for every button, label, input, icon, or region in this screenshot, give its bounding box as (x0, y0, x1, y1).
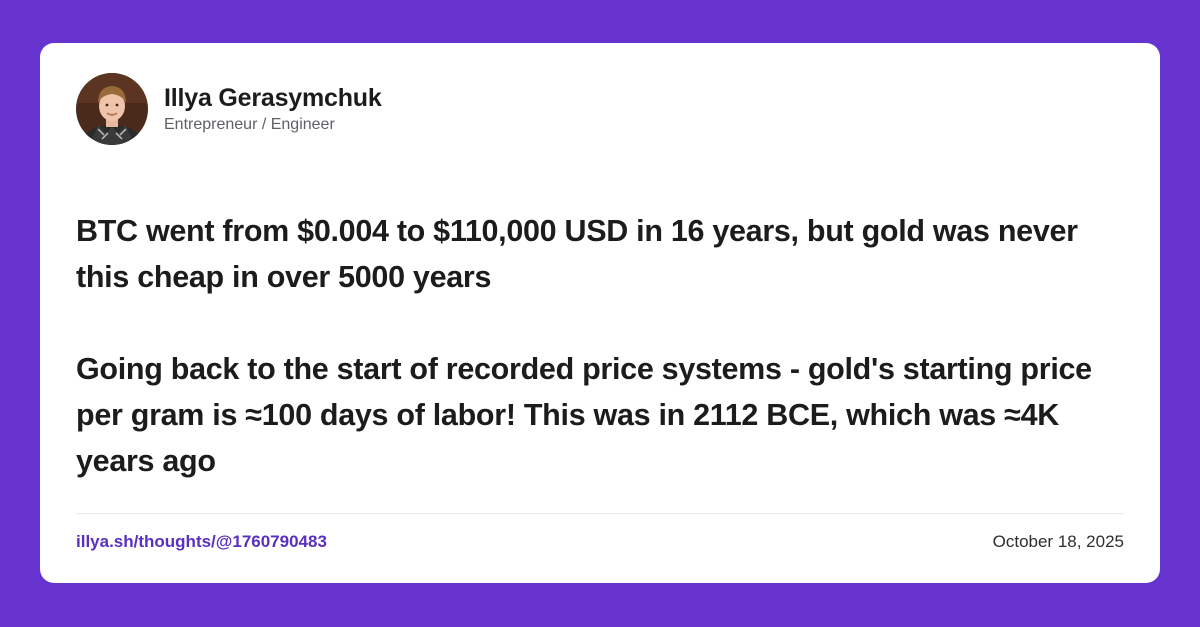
post-body: BTC went from $0.004 to $110,000 USD in … (76, 208, 1126, 484)
post-header: Illya Gerasymchuk Entrepreneur / Enginee… (76, 73, 382, 145)
post-paragraph: BTC went from $0.004 to $110,000 USD in … (76, 214, 1078, 294)
author-name: Illya Gerasymchuk (164, 83, 382, 112)
post-card: Illya Gerasymchuk Entrepreneur / Enginee… (40, 43, 1160, 583)
avatar (76, 73, 148, 145)
author-info: Illya Gerasymchuk Entrepreneur / Enginee… (164, 83, 382, 136)
avatar-photo-icon (76, 73, 148, 145)
author-role: Entrepreneur / Engineer (164, 115, 335, 133)
footer-divider (76, 513, 1124, 514)
post-paragraph: Going back to the start of recorded pric… (76, 352, 1092, 478)
post-date: October 18, 2025 (992, 532, 1124, 551)
post-permalink[interactable]: illya.sh/thoughts/@1760790483 (76, 530, 327, 554)
